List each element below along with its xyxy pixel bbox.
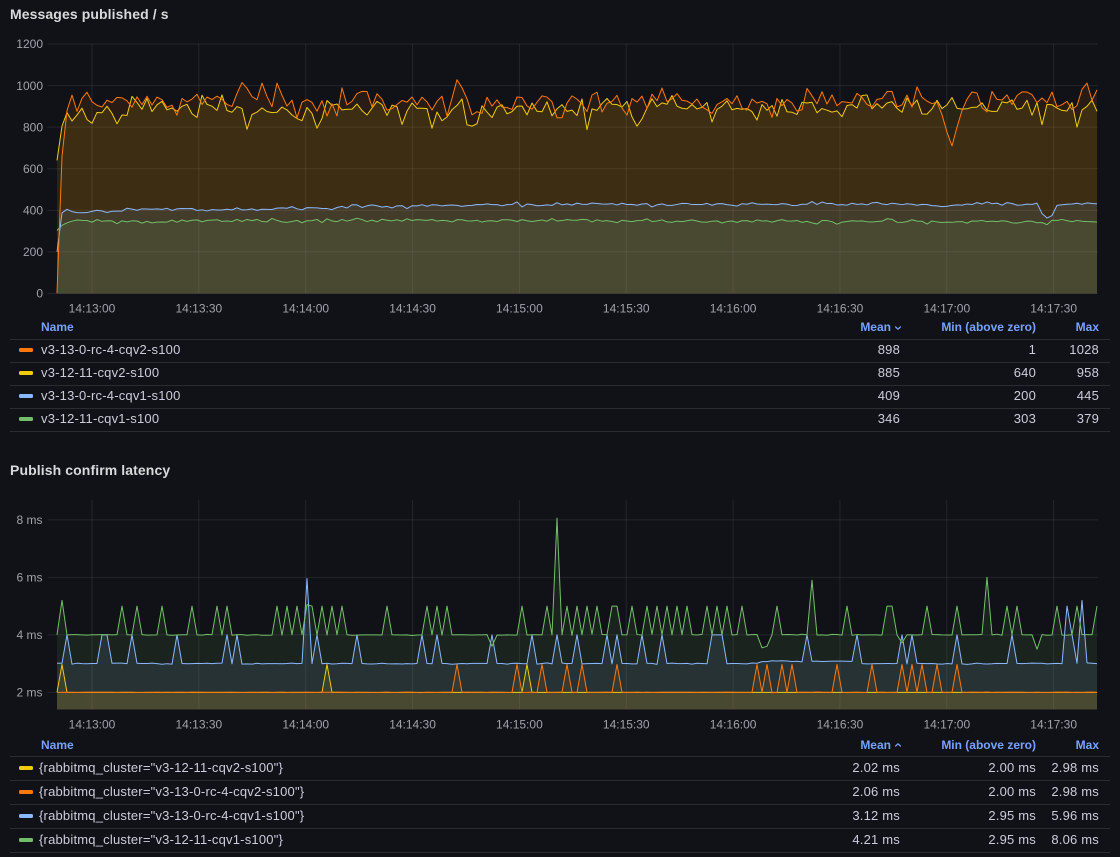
svg-text:14:15:00: 14:15:00 bbox=[496, 302, 543, 316]
svg-text:6 ms: 6 ms bbox=[16, 571, 42, 585]
svg-text:14:16:30: 14:16:30 bbox=[817, 302, 864, 316]
svg-text:14:14:00: 14:14:00 bbox=[282, 718, 329, 732]
svg-text:14:15:00: 14:15:00 bbox=[496, 718, 543, 732]
svg-text:14:13:00: 14:13:00 bbox=[69, 302, 116, 316]
svg-text:14:17:30: 14:17:30 bbox=[1030, 718, 1077, 732]
svg-text:600: 600 bbox=[23, 162, 43, 176]
svg-text:14:15:30: 14:15:30 bbox=[603, 302, 650, 316]
svg-text:14:14:00: 14:14:00 bbox=[282, 302, 329, 316]
svg-text:14:17:00: 14:17:00 bbox=[923, 718, 970, 732]
svg-text:14:16:00: 14:16:00 bbox=[710, 718, 757, 732]
svg-text:14:13:30: 14:13:30 bbox=[175, 302, 222, 316]
svg-text:0: 0 bbox=[36, 287, 43, 301]
svg-text:14:16:30: 14:16:30 bbox=[817, 718, 864, 732]
svg-text:14:13:00: 14:13:00 bbox=[69, 718, 116, 732]
svg-text:4 ms: 4 ms bbox=[16, 628, 42, 642]
svg-text:14:15:30: 14:15:30 bbox=[603, 718, 650, 732]
svg-text:14:14:30: 14:14:30 bbox=[389, 302, 436, 316]
svg-text:1200: 1200 bbox=[16, 37, 43, 51]
svg-text:400: 400 bbox=[23, 204, 43, 218]
svg-text:14:13:30: 14:13:30 bbox=[175, 718, 222, 732]
svg-text:2 ms: 2 ms bbox=[16, 686, 42, 700]
svg-text:1000: 1000 bbox=[16, 79, 43, 93]
svg-text:14:16:00: 14:16:00 bbox=[710, 302, 757, 316]
svg-text:14:17:30: 14:17:30 bbox=[1030, 302, 1077, 316]
svg-text:800: 800 bbox=[23, 120, 43, 134]
svg-text:8 ms: 8 ms bbox=[16, 513, 42, 527]
svg-text:14:14:30: 14:14:30 bbox=[389, 718, 436, 732]
svg-text:14:17:00: 14:17:00 bbox=[923, 302, 970, 316]
svg-text:200: 200 bbox=[23, 245, 43, 259]
